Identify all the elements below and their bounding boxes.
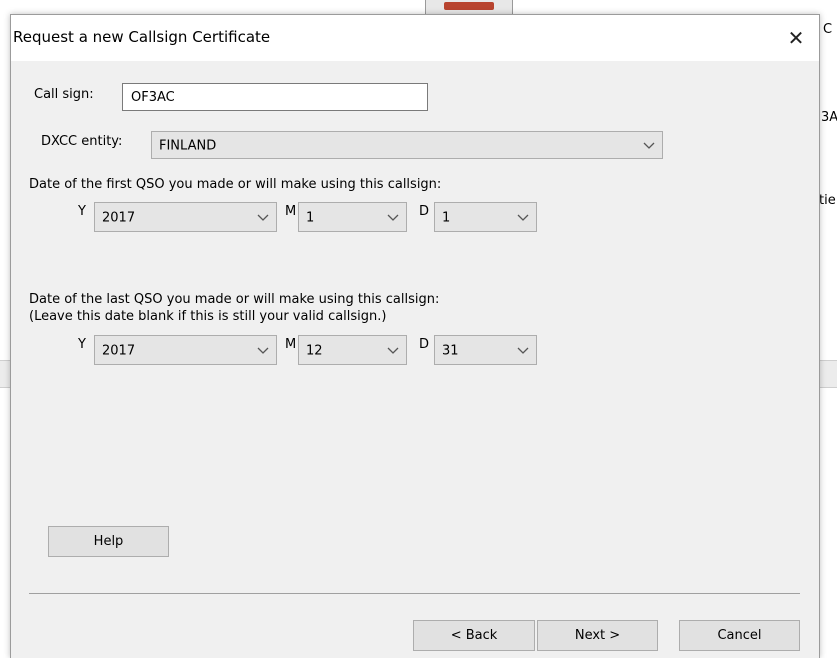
first-month-select[interactable]: 1	[298, 202, 407, 232]
first-day-select[interactable]: 1	[434, 202, 537, 232]
chevron-down-icon	[516, 212, 530, 222]
last-month-value: 12	[306, 343, 323, 359]
last-qso-note: (Leave this date blank if this is still …	[29, 309, 387, 324]
last-day-value: 31	[442, 343, 459, 359]
close-icon: ✕	[787, 26, 805, 50]
background-list-row	[0, 360, 10, 388]
first-year-label: Y	[78, 204, 86, 219]
background-list-row	[819, 360, 837, 388]
background-text-fragment: tie	[819, 193, 836, 208]
first-year-value: 2017	[102, 210, 136, 226]
chevron-down-icon	[256, 345, 270, 355]
last-year-value: 2017	[102, 343, 136, 359]
background-window	[0, 0, 837, 14]
first-month-label: M	[285, 204, 297, 219]
first-qso-label: Date of the first QSO you made or will m…	[29, 177, 442, 192]
background-text-fragment: C	[823, 22, 833, 37]
cancel-button[interactable]: Cancel	[679, 620, 800, 651]
dialog-title: Request a new Callsign Certificate	[13, 28, 271, 46]
chevron-down-icon	[642, 140, 656, 150]
close-button[interactable]: ✕	[773, 15, 819, 61]
last-year-select[interactable]: 2017	[94, 335, 277, 365]
first-day-label: D	[419, 204, 430, 219]
chevron-down-icon	[516, 345, 530, 355]
back-button[interactable]: < Back	[413, 620, 535, 651]
dxcc-entity-label: DXCC entity:	[41, 134, 123, 149]
last-day-label: D	[419, 337, 430, 352]
request-callsign-dialog: Request a new Callsign Certificate ✕ Cal…	[10, 14, 820, 658]
chevron-down-icon	[386, 345, 400, 355]
last-day-select[interactable]: 31	[434, 335, 537, 365]
help-button[interactable]: Help	[48, 526, 169, 557]
last-month-label: M	[285, 337, 297, 352]
certificate-icon	[444, 2, 494, 10]
first-year-select[interactable]: 2017	[94, 202, 277, 232]
first-day-value: 1	[442, 210, 451, 226]
dxcc-entity-value: FINLAND	[159, 138, 217, 154]
background-text-fragment: 3A	[821, 110, 837, 125]
last-qso-label: Date of the last QSO you made or will ma…	[29, 292, 440, 307]
chevron-down-icon	[386, 212, 400, 222]
chevron-down-icon	[256, 212, 270, 222]
call-sign-label: Call sign:	[34, 87, 94, 102]
button-separator	[29, 593, 800, 594]
dialog-titlebar[interactable]: Request a new Callsign Certificate ✕	[11, 15, 819, 61]
dxcc-entity-select[interactable]: FINLAND	[151, 131, 663, 159]
last-month-select[interactable]: 12	[298, 335, 407, 365]
next-button[interactable]: Next >	[537, 620, 658, 651]
first-month-value: 1	[306, 210, 315, 226]
last-year-label: Y	[78, 337, 86, 352]
background-toolbar-icon	[425, 0, 513, 15]
call-sign-input[interactable]	[122, 83, 428, 111]
